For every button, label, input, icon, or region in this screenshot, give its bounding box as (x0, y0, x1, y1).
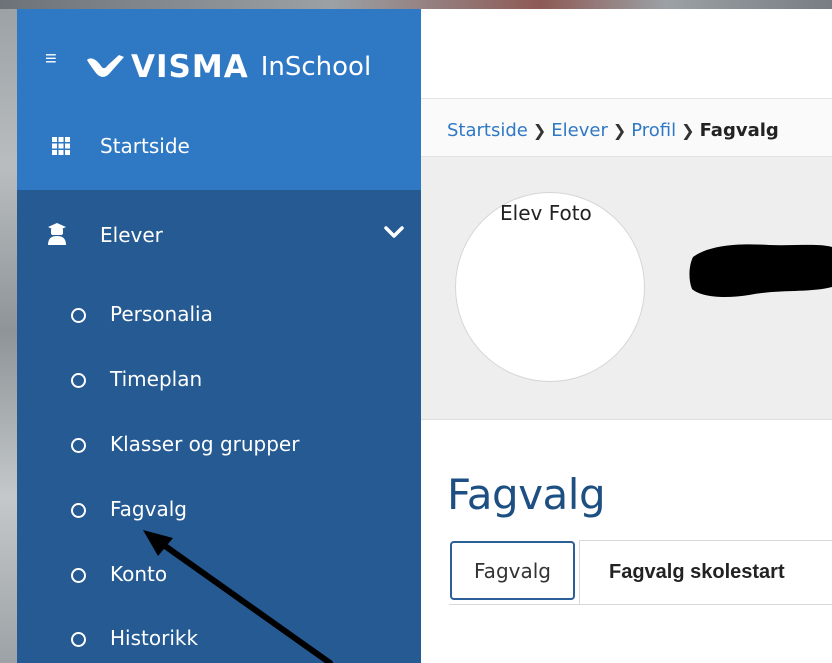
sidebar-subitem-label: Timeplan (110, 367, 203, 391)
circle-icon (71, 438, 86, 453)
breadcrumb-current: Fagvalg (699, 120, 779, 141)
sidebar-subitem-fagvalg[interactable]: Fagvalg (17, 491, 421, 531)
circle-icon (71, 568, 86, 583)
sidebar-subitem-timeplan[interactable]: Timeplan (17, 361, 421, 401)
tab-fagvalg[interactable]: Fagvalg (450, 541, 575, 600)
background-edge (0, 0, 17, 663)
chevron-right-icon: ❯ (532, 121, 547, 140)
breadcrumb-link-elever[interactable]: Elever (551, 120, 608, 141)
grid-icon (52, 137, 70, 155)
chevron-right-icon: ❯ (681, 121, 695, 140)
sidebar-item-elever[interactable]: Elever (17, 204, 421, 268)
visma-swoosh-icon (87, 55, 124, 77)
sidebar-header: ≡ VISMA InSchool Startside (17, 9, 421, 190)
top-bar (421, 9, 832, 98)
sidebar-item-label: Startside (100, 134, 190, 158)
circle-icon (71, 308, 86, 323)
breadcrumb: Startside ❯ Elever ❯ Profil ❯ Fagvalg (447, 120, 779, 141)
main-content: Fagvalg Fagvalg Fagvalg skolestart (421, 420, 832, 663)
circle-icon (71, 373, 86, 388)
breadcrumb-link-startside[interactable]: Startside (447, 120, 528, 141)
sidebar-subitem-label: Fagvalg (110, 497, 187, 521)
sidebar-subitem-personalia[interactable]: Personalia (17, 296, 421, 336)
sidebar-subitem-klasser-og-grupper[interactable]: Klasser og grupper (17, 426, 421, 466)
circle-icon (71, 632, 86, 647)
sidebar-subitem-label: Klasser og grupper (110, 432, 300, 456)
sidebar-subitem-label: Historikk (110, 626, 199, 650)
breadcrumb-link-profil[interactable]: Profil (631, 120, 676, 141)
hamburger-menu-icon[interactable]: ≡ (45, 49, 57, 69)
page-title: Fagvalg (447, 470, 606, 519)
chevron-down-icon[interactable] (384, 226, 404, 240)
sidebar-subitem-historikk[interactable]: Historikk (17, 620, 421, 660)
graduate-icon (48, 223, 66, 245)
sidebar-subitem-konto[interactable]: Konto (17, 556, 421, 596)
chevron-right-icon: ❯ (612, 121, 627, 140)
profile-header: Elev Foto (421, 157, 832, 420)
sidebar-item-startside[interactable]: Startside (17, 117, 421, 175)
brand-name: VISMA (131, 49, 249, 85)
sidebar-subitem-label: Personalia (110, 302, 213, 326)
tabs-divider (449, 604, 832, 605)
student-photo: Elev Foto (455, 192, 645, 382)
sidebar-subitem-label: Konto (110, 562, 168, 586)
sidebar-item-label: Elever (100, 223, 163, 247)
background-top-edge (0, 0, 832, 9)
breadcrumb-bar: Startside ❯ Elever ❯ Profil ❯ Fagvalg (421, 98, 832, 157)
photo-alt-text: Elev Foto (500, 201, 592, 225)
redaction-mark (689, 244, 832, 297)
visma-logo[interactable]: VISMA InSchool (85, 49, 371, 85)
tab-fagvalg-skolestart[interactable]: Fagvalg skolestart (579, 540, 832, 604)
product-name: InSchool (260, 52, 372, 82)
sidebar: ≡ VISMA InSchool Startside Elever Person… (17, 9, 421, 663)
circle-icon (71, 503, 86, 518)
